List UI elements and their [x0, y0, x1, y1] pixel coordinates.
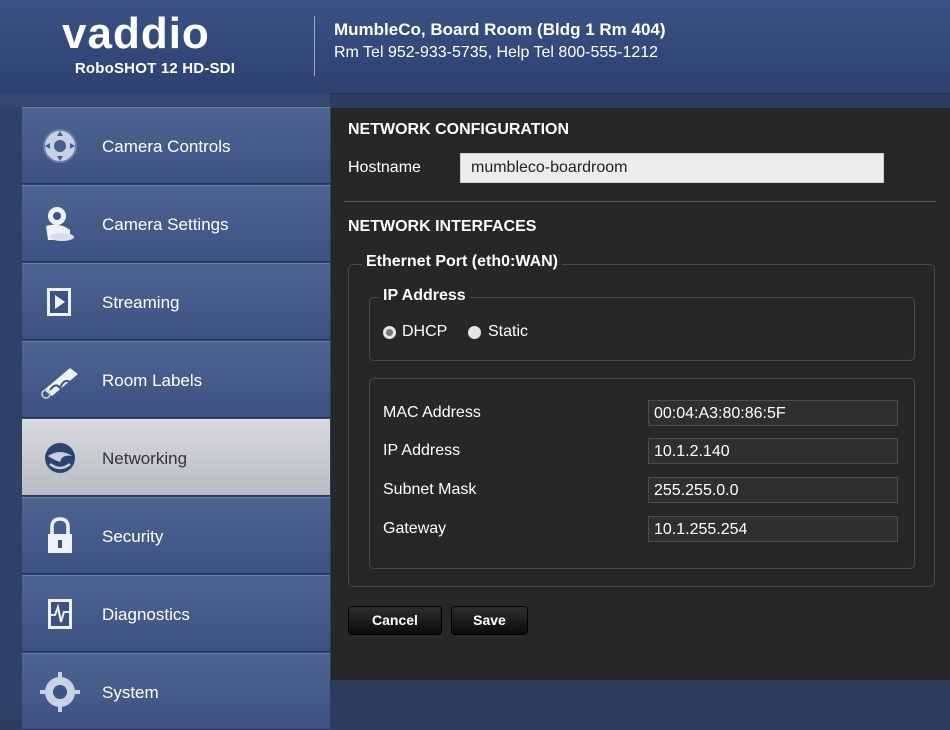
sidebar-item-camera-settings[interactable]: Camera Settings — [22, 185, 330, 262]
sidebar-item-label: System — [102, 683, 159, 702]
header-divider — [314, 16, 315, 76]
sidebar-item-label: Camera Controls — [102, 137, 231, 156]
hostname-input[interactable] — [460, 153, 884, 183]
product-name: RoboSHOT 12 HD-SDI — [74, 60, 236, 77]
cancel-button[interactable]: Cancel — [348, 606, 442, 635]
sidebar: Camera Controls Camera Settings Streamin… — [0, 93, 330, 730]
ip-address-legend: IP Address — [379, 287, 470, 305]
diagnostics-icon — [48, 599, 72, 629]
ip-address-label: IP Address — [383, 442, 461, 459]
network-interfaces-heading: NETWORK INTERFACES — [348, 218, 537, 235]
network-configuration-heading: NETWORK CONFIGURATION — [348, 121, 570, 138]
sidebar-item-networking[interactable]: Networking — [22, 419, 330, 496]
lock-icon — [48, 517, 72, 553]
sidebar-item-label: Streaming — [102, 293, 180, 312]
subnet-mask-label: Subnet Mask — [383, 481, 477, 498]
save-button[interactable]: Save — [451, 606, 528, 635]
static-label: Static — [488, 323, 529, 340]
dhcp-radio[interactable] — [383, 326, 396, 339]
header-bar: vaddio RoboSHOT 12 HD-SDI MumbleCo, Boar… — [0, 0, 950, 94]
networking-panel: NETWORK CONFIGURATION Hostname NETWORK I… — [331, 108, 950, 680]
sidebar-item-system[interactable]: System — [22, 653, 330, 730]
sidebar-item-label: Diagnostics — [102, 605, 190, 624]
sidebar-item-streaming[interactable]: Streaming — [22, 263, 330, 340]
ethernet-port-legend: Ethernet Port (eth0:WAN) — [362, 253, 562, 271]
sidebar-item-label: Room Labels — [102, 371, 203, 390]
networking-icon — [45, 443, 75, 473]
camera-settings-icon — [46, 207, 74, 241]
sidebar-item-security[interactable]: Security — [22, 497, 330, 574]
sidebar-item-camera-controls[interactable]: Camera Controls — [22, 107, 330, 184]
gateway-value: 10.1.255.254 — [648, 516, 898, 542]
streaming-icon — [47, 288, 71, 316]
hostname-label: Hostname — [348, 159, 421, 176]
sidebar-item-label: Networking — [102, 449, 188, 468]
ip-address-fieldset — [369, 297, 915, 361]
dhcp-label: DHCP — [402, 323, 448, 340]
room-labels-icon — [41, 368, 78, 399]
static-radio[interactable] — [468, 326, 481, 339]
sidebar-item-label: Camera Settings — [102, 215, 229, 234]
logo-word: vaddio — [62, 10, 210, 58]
vaddio-logo: vaddio RoboSHOT 12 HD-SDI — [0, 0, 310, 93]
ip-address-value: 10.1.2.140 — [648, 438, 898, 464]
room-title: MumbleCo, Board Room (Bldg 1 Rm 404) — [334, 20, 666, 39]
sidebar-item-diagnostics[interactable]: Diagnostics — [22, 575, 330, 652]
section-divider — [344, 201, 936, 202]
mac-address-label: MAC Address — [383, 404, 481, 421]
room-telephone: Rm Tel 952-933-5735, Help Tel 800-555-12… — [334, 44, 659, 61]
system-icon — [40, 672, 80, 712]
gateway-label: Gateway — [383, 520, 447, 537]
subnet-mask-value: 255.255.0.0 — [648, 477, 898, 503]
sidebar-spacer — [0, 93, 330, 107]
mac-address-value: 00:04:A3:80:86:5F — [648, 400, 898, 426]
sidebar-item-label: Security — [102, 527, 164, 546]
sidebar-item-room-labels[interactable]: Room Labels — [22, 341, 330, 418]
vaddio-logo-icon: vaddio — [62, 10, 210, 58]
joystick-icon — [43, 129, 77, 163]
